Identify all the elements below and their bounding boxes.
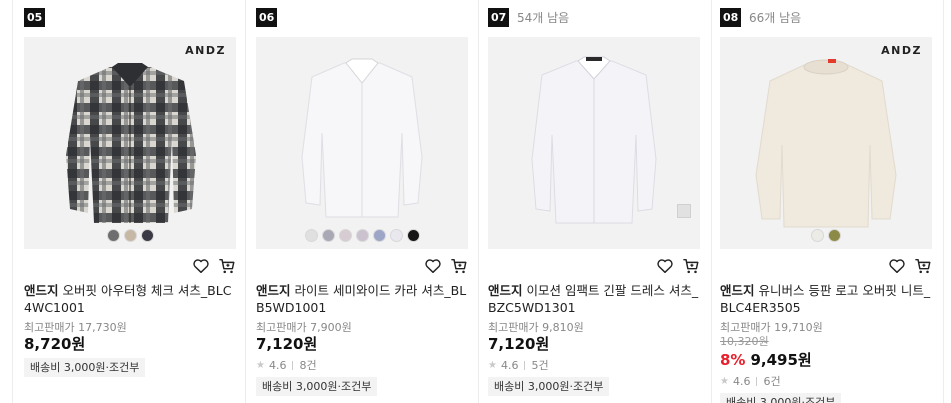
product-card[interactable]: 08 66개 남음 ANDZ 앤드지 유니버스 등판 로고 오버핏 니트_BLC… xyxy=(720,0,932,403)
sale-price: 7,120원 xyxy=(256,335,318,353)
column-divider xyxy=(943,0,944,403)
shipping-badge: 배송비 3,000원·조건부 xyxy=(720,393,842,403)
color-swatch[interactable] xyxy=(338,229,352,242)
rank-badge: 06 xyxy=(256,8,278,27)
rank-badge: 07 xyxy=(488,8,510,27)
brand-name: 앤드지 xyxy=(720,283,755,298)
rating-value: 4.6 xyxy=(268,358,287,372)
dress-shirt-image xyxy=(531,56,657,224)
card-actions xyxy=(888,257,932,275)
sale-price: 7,120원 xyxy=(488,335,550,353)
rating-value: 4.6 xyxy=(500,358,519,372)
color-swatch[interactable] xyxy=(123,229,137,242)
rating: ★ 4.6 8건 xyxy=(256,357,317,373)
color-swatches xyxy=(24,229,236,242)
shipping-badge: 배송비 3,000원·조건부 xyxy=(256,377,378,396)
sale-price: 8,720원 xyxy=(24,335,86,353)
product-card[interactable]: 06 앤드지 라이트 세미와이드 카라 셔츠_BLB5WD1001 최고판매가 xyxy=(256,0,468,403)
product-card[interactable]: 07 54개 남음 앤드지 이모션 임팩트 긴팔 드레스 셔츠_BZC5WD13… xyxy=(488,0,700,403)
color-swatch[interactable] xyxy=(406,229,420,242)
product-image[interactable]: ANDZ xyxy=(24,37,236,249)
star-icon: ★ xyxy=(488,359,497,371)
cart-icon[interactable] xyxy=(682,257,700,275)
product-card[interactable]: 05 ANDZ 앤드지 오버핏 아우터형 체크 셔츠_BLC4WC1001 최고… xyxy=(24,0,236,403)
original-price: 10,320원 xyxy=(720,335,769,348)
rating-value: 4.6 xyxy=(732,374,751,388)
column-divider xyxy=(245,0,246,403)
card-actions xyxy=(192,257,236,275)
product-title[interactable]: 앤드지 라이트 세미와이드 카라 셔츠_BLB5WD1001 xyxy=(256,282,468,316)
heart-icon[interactable] xyxy=(888,257,906,275)
sale-price: 9,495원 xyxy=(750,351,812,369)
color-swatch[interactable] xyxy=(811,229,824,242)
rank-badge: 08 xyxy=(720,8,742,27)
product-image[interactable]: ANDZ xyxy=(720,37,932,249)
plaid-shirt-image xyxy=(66,63,196,223)
star-icon: ★ xyxy=(720,375,729,387)
product-title[interactable]: 앤드지 유니버스 등판 로고 오버핏 니트_BLC4ER3505 xyxy=(720,282,932,316)
color-swatch[interactable] xyxy=(321,229,335,242)
review-count: 6건 xyxy=(763,375,781,388)
column-divider xyxy=(478,0,479,403)
stock-left: 54개 남음 xyxy=(517,11,570,25)
rating: ★ 4.6 5건 xyxy=(488,357,549,373)
brand-logo: ANDZ xyxy=(881,44,922,57)
rank-badge: 05 xyxy=(24,8,46,27)
product-title[interactable]: 앤드지 오버핏 아우터형 체크 셔츠_BLC4WC1001 xyxy=(24,282,236,316)
sale-price-row: 8% 9,495원 xyxy=(720,349,812,370)
product-image[interactable] xyxy=(256,37,468,249)
separator xyxy=(756,376,758,386)
card-actions xyxy=(424,257,468,275)
color-swatch[interactable] xyxy=(304,229,318,242)
product-image[interactable] xyxy=(488,37,700,249)
brand-name: 앤드지 xyxy=(256,283,291,298)
color-swatch[interactable] xyxy=(677,204,691,218)
brand-name: 앤드지 xyxy=(488,283,523,298)
review-count: 5건 xyxy=(531,359,549,372)
cart-icon[interactable] xyxy=(218,257,236,275)
product-title[interactable]: 앤드지 이모션 임팩트 긴팔 드레스 셔츠_BZC5WD1301 xyxy=(488,282,700,316)
shipping-badge: 배송비 3,000원·조건부 xyxy=(488,377,610,396)
color-swatch[interactable] xyxy=(372,229,386,242)
product-grid: 05 ANDZ 앤드지 오버핏 아우터형 체크 셔츠_BLC4WC1001 최고… xyxy=(0,0,951,403)
column-divider xyxy=(711,0,712,403)
column-divider xyxy=(12,0,13,403)
color-swatch[interactable] xyxy=(828,229,841,242)
shipping-badge: 배송비 3,000원·조건부 xyxy=(24,358,146,377)
cart-icon[interactable] xyxy=(450,257,468,275)
color-swatches xyxy=(256,229,468,242)
color-swatches xyxy=(720,229,932,242)
white-shirt-image xyxy=(301,58,423,218)
review-count: 8건 xyxy=(299,359,317,372)
rating: ★ 4.6 6건 xyxy=(720,373,781,389)
color-swatch[interactable] xyxy=(389,229,403,242)
heart-icon[interactable] xyxy=(656,257,674,275)
brand-name: 앤드지 xyxy=(24,283,59,298)
color-swatch[interactable] xyxy=(140,229,154,242)
knit-sweater-image xyxy=(755,59,897,228)
discount-rate: 8% xyxy=(720,351,746,369)
color-swatch[interactable] xyxy=(106,229,120,242)
color-swatch[interactable] xyxy=(355,229,369,242)
brand-logo: ANDZ xyxy=(185,44,226,57)
separator xyxy=(292,360,294,370)
heart-icon[interactable] xyxy=(424,257,442,275)
star-icon: ★ xyxy=(256,359,265,371)
cart-icon[interactable] xyxy=(914,257,932,275)
separator xyxy=(524,360,526,370)
stock-left: 66개 남음 xyxy=(749,11,802,25)
heart-icon[interactable] xyxy=(192,257,210,275)
card-actions xyxy=(656,257,700,275)
